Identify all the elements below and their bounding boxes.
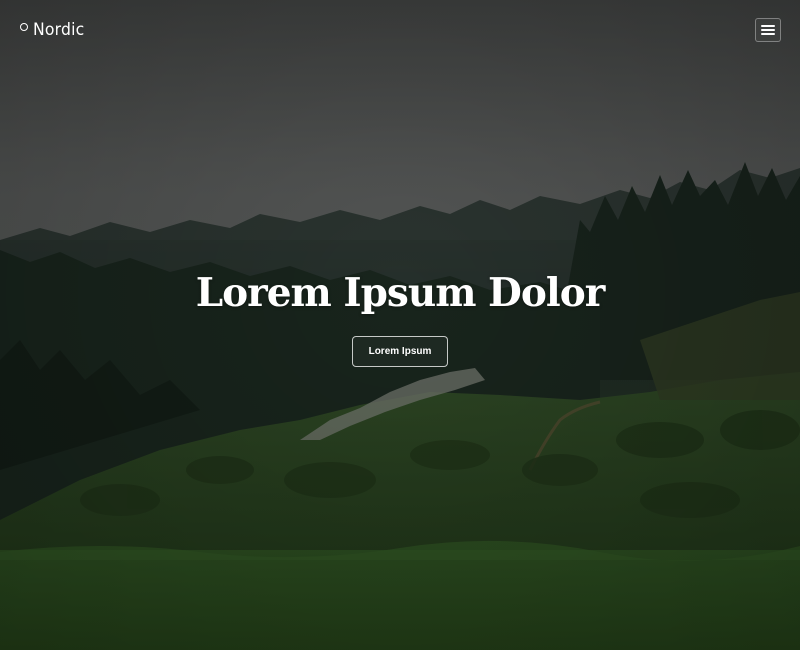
brand-name: Nordic xyxy=(33,20,85,40)
hero-headline: Lorem Ipsum Dolor xyxy=(195,270,606,316)
brand-logo[interactable]: Nordic xyxy=(20,20,89,40)
hero-section: Nordic Lorem Ipsum Dolor Lorem Ipsum xyxy=(0,0,800,650)
hamburger-icon xyxy=(761,25,775,35)
hero-content: Lorem Ipsum Dolor Lorem Ipsum xyxy=(0,270,800,367)
top-navbar: Nordic xyxy=(0,0,800,64)
circle-logo-icon xyxy=(20,23,28,31)
menu-toggle-button[interactable] xyxy=(755,18,781,42)
hero-cta-button[interactable]: Lorem Ipsum xyxy=(351,336,449,367)
